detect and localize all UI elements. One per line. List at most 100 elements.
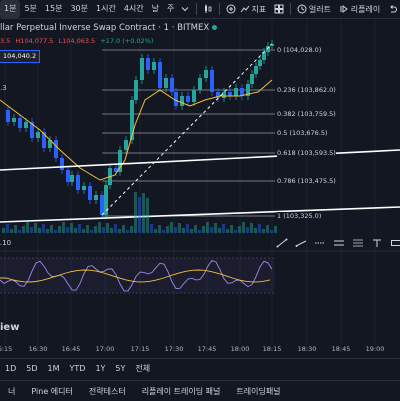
replay-button[interactable]: 리플레이 [351, 4, 380, 15]
volume-bar [150, 224, 153, 233]
candle-body [6, 110, 10, 122]
alert-clock-icon[interactable] [295, 0, 309, 18]
volume-bar [182, 228, 185, 233]
candle-body [88, 186, 92, 200]
volume-bar [90, 230, 93, 233]
fib-level-label: 0.618 (103,593.5) [277, 149, 336, 157]
timeframe-7[interactable]: 주 [163, 0, 178, 18]
compare-icon[interactable] [224, 0, 238, 18]
bottom-tab[interactable]: 리플레이 트레이딩 패널 [134, 386, 229, 397]
candle-body [266, 46, 270, 52]
volume-bar [242, 222, 245, 233]
ray-icon[interactable] [291, 236, 310, 250]
candle-body [152, 62, 156, 70]
volume-bar [190, 229, 193, 233]
replay-icon[interactable] [337, 0, 351, 18]
volume-bar [82, 229, 85, 233]
indicators-icon[interactable] [238, 0, 252, 18]
ohlc-change: +17.0 (+0.02%) [100, 37, 154, 45]
range-option[interactable]: YTD [65, 364, 91, 373]
divider [290, 3, 292, 15]
volume-bar [218, 228, 221, 233]
volume-bar [142, 193, 145, 233]
trendline-icon[interactable] [272, 236, 291, 250]
measure-icon[interactable] [386, 236, 400, 250]
volume-bar [230, 225, 233, 233]
volume-bar [170, 222, 173, 233]
timeframe-selector: 1분 5분 15분 30분 1시간 4시간 날 주 [0, 0, 178, 18]
volume-bar [30, 227, 33, 233]
volume-bar [50, 225, 53, 233]
candle-body [60, 158, 64, 170]
timeframe-5[interactable]: 4시간 [120, 0, 148, 18]
volume-bar [222, 224, 225, 233]
time-tick: 16:45 [61, 345, 81, 353]
time-axis[interactable]: 6:15 16:30 16:45 17:00 17:15 17:30 17:45 18:00 1… [0, 345, 400, 356]
timeframe-4[interactable]: 1시간 [92, 0, 120, 18]
timeframe-3[interactable]: 30분 [66, 0, 92, 18]
ohlc-low: L104,063.5 [58, 37, 96, 45]
candle-body [76, 175, 80, 190]
text-icon[interactable] [367, 236, 386, 250]
bottom-tab[interactable]: 너 [0, 386, 23, 397]
bottom-tab[interactable]: 트레이딩패널 [228, 386, 288, 397]
timeframe-6[interactable]: 날 [148, 0, 163, 18]
range-option[interactable]: 1D [0, 364, 21, 373]
templates-icon[interactable] [272, 0, 286, 18]
volume-bar [2, 228, 5, 233]
candlestick-icon[interactable] [201, 0, 215, 18]
timeframe-2[interactable]: 15분 [41, 0, 67, 18]
price-chart[interactable] [0, 19, 400, 345]
time-tick: 17:45 [197, 345, 217, 353]
time-tick: 17:00 [95, 345, 115, 353]
fib-icon[interactable] [348, 236, 367, 250]
fib-level-label: 0.382 (103,759.5) [277, 110, 336, 118]
bottom-tab[interactable]: 전략테스터 [81, 386, 134, 397]
channel-icon[interactable] [329, 236, 348, 250]
candle-body [250, 74, 254, 84]
range-option[interactable]: 1Y [90, 364, 110, 373]
volume-bar [62, 222, 65, 233]
horizontal-line-icon[interactable] [310, 236, 329, 250]
timeframe-0[interactable]: 1분 [0, 0, 21, 18]
date-range-bar: 1D 5D 1M YTD 1Y 5Y 전체 [0, 358, 400, 377]
candle-body [24, 122, 28, 128]
price-input-box[interactable]: 104,040.2 [0, 50, 41, 63]
candle-body [254, 66, 258, 74]
fib-level-label: 1 (103,325.0) [277, 212, 322, 220]
volume-bar [38, 228, 41, 233]
volume-bar [134, 192, 137, 233]
volume-bar [86, 225, 89, 233]
bottom-tab[interactable]: Pine 에디터 [23, 386, 81, 397]
range-option[interactable]: 1M [43, 364, 65, 373]
volume-bar [130, 226, 133, 233]
volume-bar [274, 226, 277, 233]
candle-body [234, 88, 238, 96]
volume-bar [210, 227, 213, 233]
candle-body [140, 58, 144, 80]
time-tick: 18:45 [331, 345, 351, 353]
bottom-panel-tabs: 너 Pine 에디터 전략테스터 리플레이 트레이딩 패널 트레이딩패널 [0, 380, 400, 401]
divider [196, 3, 198, 15]
volume-bar [226, 229, 229, 233]
status-dot [212, 25, 218, 30]
candle-body [82, 186, 86, 190]
volume-bar [250, 223, 253, 233]
alert-button[interactable]: 얼러트 [309, 4, 331, 15]
top-toolbar: 1분 5분 15분 30분 1시간 4시간 날 주 지표 얼러트 리플레이 [0, 0, 400, 19]
volume-bar [138, 197, 141, 233]
candle-body [70, 175, 74, 182]
range-option[interactable]: 5D [21, 364, 42, 373]
indicators-button[interactable]: 지표 [252, 4, 267, 15]
volume-bar [234, 230, 237, 233]
range-option[interactable]: 전체 [130, 363, 155, 374]
range-option[interactable]: 5Y [110, 364, 130, 373]
volume-bar [42, 224, 45, 233]
symbol-title[interactable]: llar Perpetual Inverse Swap Contract · 1… [0, 23, 218, 33]
volume-bar [114, 224, 117, 233]
chevron-down-icon[interactable] [178, 0, 192, 18]
trendline-lower [0, 206, 400, 223]
undo-icon[interactable] [386, 0, 400, 18]
fib-level-label: 0.5 (103,676.5) [277, 129, 328, 137]
timeframe-1[interactable]: 5분 [20, 0, 40, 18]
